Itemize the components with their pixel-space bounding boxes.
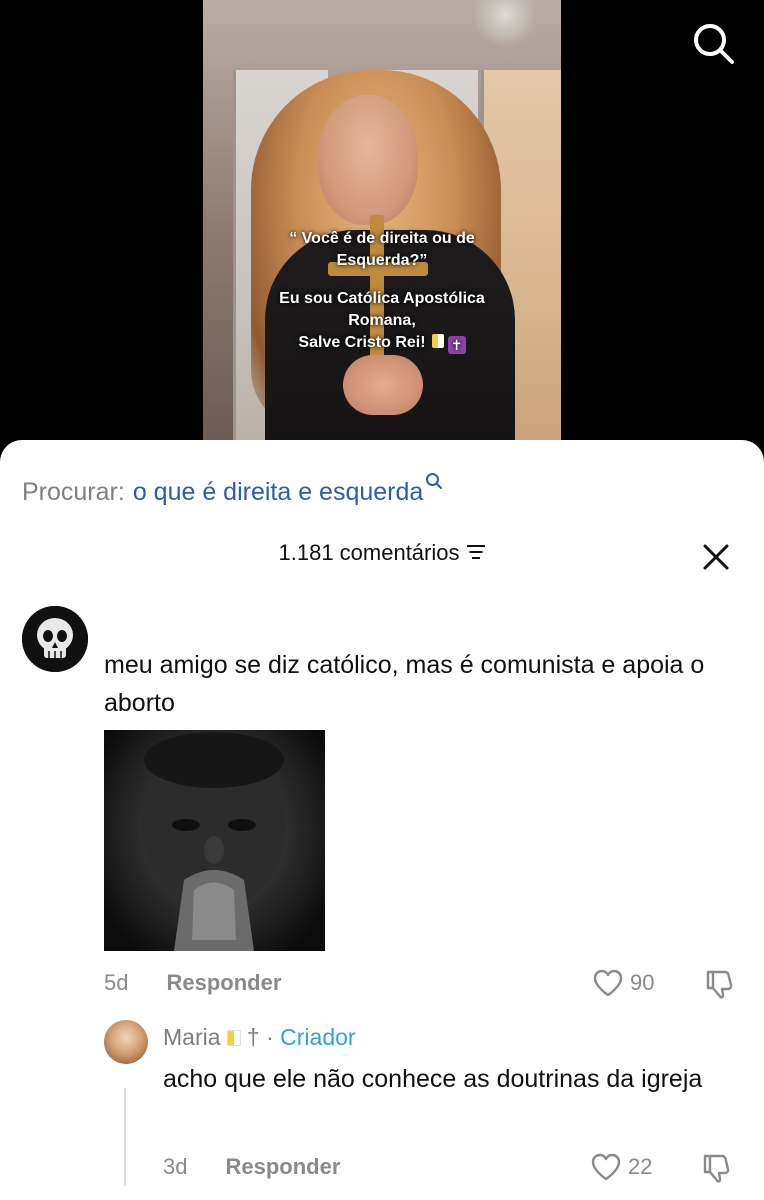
cross-symbol: †	[246, 1024, 260, 1050]
close-icon[interactable]	[703, 544, 729, 570]
search-suggestion-label: Procurar:	[22, 478, 125, 506]
comment-age: 5d	[104, 970, 129, 995]
like-button[interactable]: 22	[590, 1152, 652, 1182]
reply-age: 3d	[163, 1154, 188, 1179]
search-suggestion-query[interactable]: o que é direita e esquerda	[133, 478, 424, 506]
person-hands	[343, 355, 423, 415]
vatican-flag-icon	[226, 1030, 241, 1046]
reply-author-name: Maria	[163, 1024, 221, 1050]
heart-icon	[591, 1153, 621, 1181]
caption-text: Salve Cristo Rei!	[298, 334, 426, 351]
thread-line	[124, 1088, 126, 1186]
like-button[interactable]: 90	[592, 968, 654, 998]
vatican-flag-icon	[431, 334, 444, 348]
like-count: 90	[630, 970, 655, 995]
caption-line: Esquerda?”	[336, 252, 428, 269]
comment-meta: 5d Responder	[104, 970, 281, 996]
like-count: 22	[628, 1154, 653, 1179]
skull-icon	[22, 606, 88, 672]
ceiling-lamp	[475, 0, 535, 50]
search-suggestion[interactable]: Procurar: o que é direita e esquerda	[22, 472, 443, 507]
person-face	[318, 95, 418, 225]
separator: ·	[266, 1024, 274, 1050]
caption-line: Eu sou Católica Apostólica	[279, 290, 485, 307]
comment-image[interactable]	[104, 730, 325, 951]
comment-text: meu amigo se diz católico, mas é comunis…	[104, 651, 705, 717]
heart-icon	[593, 969, 623, 997]
reply-button[interactable]: Responder	[166, 970, 281, 995]
avatar[interactable]	[104, 1020, 148, 1064]
caption-line: Romana,	[348, 312, 416, 329]
video-caption-overlay: “ Você é de direita ou de Esquerda?” Eu …	[233, 228, 531, 354]
thumbs-down-icon[interactable]	[703, 968, 735, 1000]
comments-sheet: Procurar: o que é direita e esquerda 1.18…	[0, 440, 764, 1200]
search-icon	[426, 473, 443, 489]
caption-gap	[233, 272, 531, 288]
reply-meta: 3d Responder	[163, 1154, 340, 1180]
reply-text: acho que ele não conhece as doutrinas da…	[163, 1065, 703, 1093]
reply-author-line[interactable]: Maria † · Criador	[163, 1024, 356, 1051]
praying-man-image	[142, 732, 286, 951]
avatar[interactable]	[22, 606, 88, 672]
comments-header: 1.181 comentários	[0, 540, 764, 566]
search-icon[interactable]	[688, 18, 738, 68]
reply-button[interactable]: Responder	[225, 1154, 340, 1179]
creator-badge: Criador	[280, 1024, 356, 1050]
caption-line-last: Salve Cristo Rei! ✝	[233, 332, 531, 354]
video-player[interactable]: “ Você é de direita ou de Esquerda?” Eu …	[0, 0, 764, 470]
filter-lines-icon[interactable]	[466, 543, 486, 561]
comments-count: 1.181 comentários	[278, 540, 460, 565]
latin-cross-icon: ✝	[447, 336, 466, 354]
caption-line: “ Você é de direita ou de	[289, 230, 475, 247]
thumbs-down-icon[interactable]	[700, 1152, 732, 1184]
video-frame: “ Você é de direita ou de Esquerda?” Eu …	[203, 0, 561, 450]
